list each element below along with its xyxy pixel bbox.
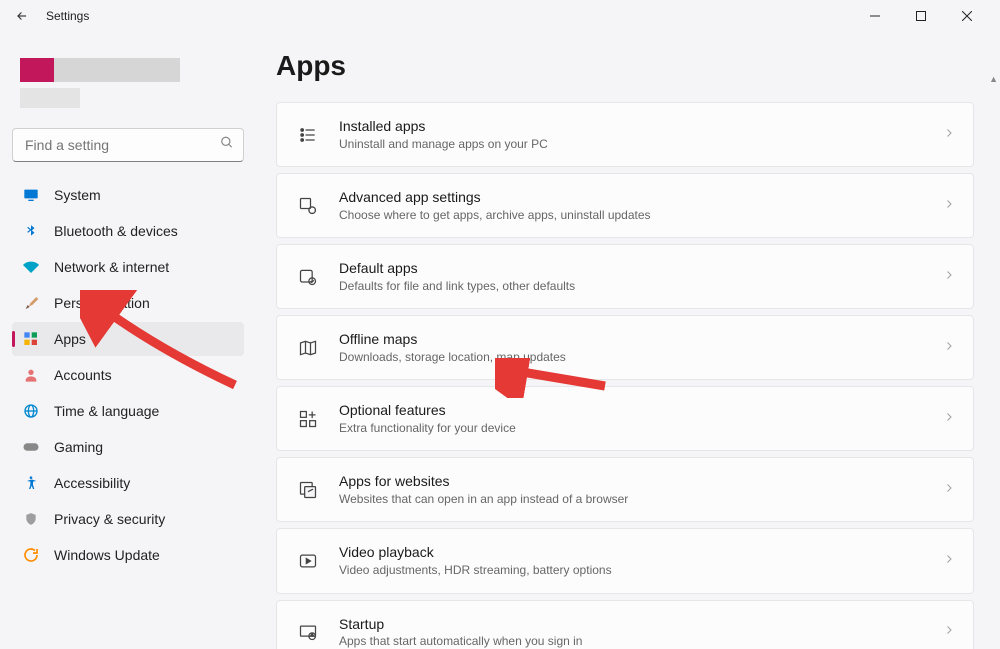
avatar	[20, 58, 54, 82]
maximize-icon	[916, 11, 926, 21]
gear-app-icon	[295, 193, 321, 219]
card-title: Apps for websites	[339, 472, 943, 491]
sidebar-item-system[interactable]: System	[12, 178, 244, 212]
list-icon	[295, 122, 321, 148]
card-subtitle: Extra functionality for your device	[339, 420, 943, 436]
profile-area[interactable]	[12, 52, 244, 112]
card-title: Installed apps	[339, 117, 943, 136]
card-offline-maps[interactable]: Offline maps Downloads, storage location…	[276, 315, 974, 380]
sidebar-item-label: Apps	[54, 331, 86, 347]
apps-icon	[22, 330, 40, 348]
card-title: Default apps	[339, 259, 943, 278]
startup-icon	[295, 619, 321, 645]
close-button[interactable]	[944, 0, 990, 32]
card-startup[interactable]: Startup Apps that start automatically wh…	[276, 600, 974, 649]
sidebar-item-label: System	[54, 187, 101, 203]
sidebar-item-personalization[interactable]: Personalization	[12, 286, 244, 320]
card-subtitle: Downloads, storage location, map updates	[339, 349, 943, 365]
sidebar: System Bluetooth & devices Network & int…	[0, 32, 256, 649]
chevron-right-icon	[943, 552, 955, 570]
maximize-button[interactable]	[898, 0, 944, 32]
sidebar-nav: System Bluetooth & devices Network & int…	[12, 178, 244, 572]
chevron-right-icon	[943, 410, 955, 428]
optional-features-icon	[295, 406, 321, 432]
accessibility-icon	[22, 474, 40, 492]
card-apps-for-websites[interactable]: Apps for websites Websites that can open…	[276, 457, 974, 522]
redacted-name	[54, 58, 180, 82]
card-advanced-app-settings[interactable]: Advanced app settings Choose where to ge…	[276, 173, 974, 238]
sidebar-item-label: Gaming	[54, 439, 103, 455]
chevron-right-icon	[943, 126, 955, 144]
window-controls	[852, 0, 990, 32]
card-subtitle: Apps that start automatically when you s…	[339, 633, 943, 649]
title-bar: Settings	[0, 0, 1000, 32]
search-container	[12, 128, 244, 162]
sidebar-item-label: Network & internet	[54, 259, 169, 275]
bluetooth-icon	[22, 222, 40, 240]
globe-icon	[22, 402, 40, 420]
brush-icon	[22, 294, 40, 312]
web-app-icon	[295, 477, 321, 503]
sidebar-item-label: Bluetooth & devices	[54, 223, 178, 239]
card-optional-features[interactable]: Optional features Extra functionality fo…	[276, 386, 974, 451]
card-title: Offline maps	[339, 330, 943, 349]
sidebar-item-network[interactable]: Network & internet	[12, 250, 244, 284]
card-default-apps[interactable]: Default apps Defaults for file and link …	[276, 244, 974, 309]
back-button[interactable]	[10, 4, 34, 28]
scroll-up-indicator[interactable]: ▲	[989, 74, 998, 84]
sidebar-item-label: Accessibility	[54, 475, 130, 491]
close-icon	[962, 11, 972, 21]
card-subtitle: Defaults for file and link types, other …	[339, 278, 943, 294]
arrow-left-icon	[15, 9, 29, 23]
search-input[interactable]	[12, 128, 244, 162]
sidebar-item-privacy[interactable]: Privacy & security	[12, 502, 244, 536]
gamepad-icon	[22, 438, 40, 456]
card-video-playback[interactable]: Video playback Video adjustments, HDR st…	[276, 528, 974, 593]
shield-icon	[22, 510, 40, 528]
sidebar-item-label: Windows Update	[54, 547, 160, 563]
default-apps-icon	[295, 264, 321, 290]
card-subtitle: Video adjustments, HDR streaming, batter…	[339, 562, 943, 578]
minimize-icon	[870, 11, 880, 21]
chevron-right-icon	[943, 197, 955, 215]
window-title: Settings	[46, 9, 89, 23]
search-icon	[220, 136, 234, 155]
card-title: Optional features	[339, 401, 943, 420]
chevron-right-icon	[943, 268, 955, 286]
sidebar-item-gaming[interactable]: Gaming	[12, 430, 244, 464]
card-title: Startup	[339, 615, 943, 634]
sidebar-item-time-language[interactable]: Time & language	[12, 394, 244, 428]
update-icon	[22, 546, 40, 564]
sidebar-item-bluetooth[interactable]: Bluetooth & devices	[12, 214, 244, 248]
card-subtitle: Uninstall and manage apps on your PC	[339, 136, 943, 152]
sidebar-item-windows-update[interactable]: Windows Update	[12, 538, 244, 572]
system-icon	[22, 186, 40, 204]
sidebar-item-label: Privacy & security	[54, 511, 165, 527]
sidebar-item-label: Accounts	[54, 367, 112, 383]
redacted-email	[20, 88, 80, 108]
video-icon	[295, 548, 321, 574]
person-icon	[22, 366, 40, 384]
sidebar-item-apps[interactable]: Apps	[12, 322, 244, 356]
chevron-right-icon	[943, 339, 955, 357]
map-icon	[295, 335, 321, 361]
chevron-right-icon	[943, 481, 955, 499]
sidebar-item-accounts[interactable]: Accounts	[12, 358, 244, 392]
card-subtitle: Choose where to get apps, archive apps, …	[339, 207, 943, 223]
card-installed-apps[interactable]: Installed apps Uninstall and manage apps…	[276, 102, 974, 167]
main-content: ▲ Apps Installed apps Uninstall and mana…	[256, 32, 1000, 649]
minimize-button[interactable]	[852, 0, 898, 32]
card-subtitle: Websites that can open in an app instead…	[339, 491, 943, 507]
sidebar-item-accessibility[interactable]: Accessibility	[12, 466, 244, 500]
sidebar-item-label: Personalization	[54, 295, 150, 311]
card-title: Video playback	[339, 543, 943, 562]
page-title: Apps	[276, 50, 974, 82]
wifi-icon	[22, 258, 40, 276]
chevron-right-icon	[943, 623, 955, 641]
card-title: Advanced app settings	[339, 188, 943, 207]
sidebar-item-label: Time & language	[54, 403, 159, 419]
